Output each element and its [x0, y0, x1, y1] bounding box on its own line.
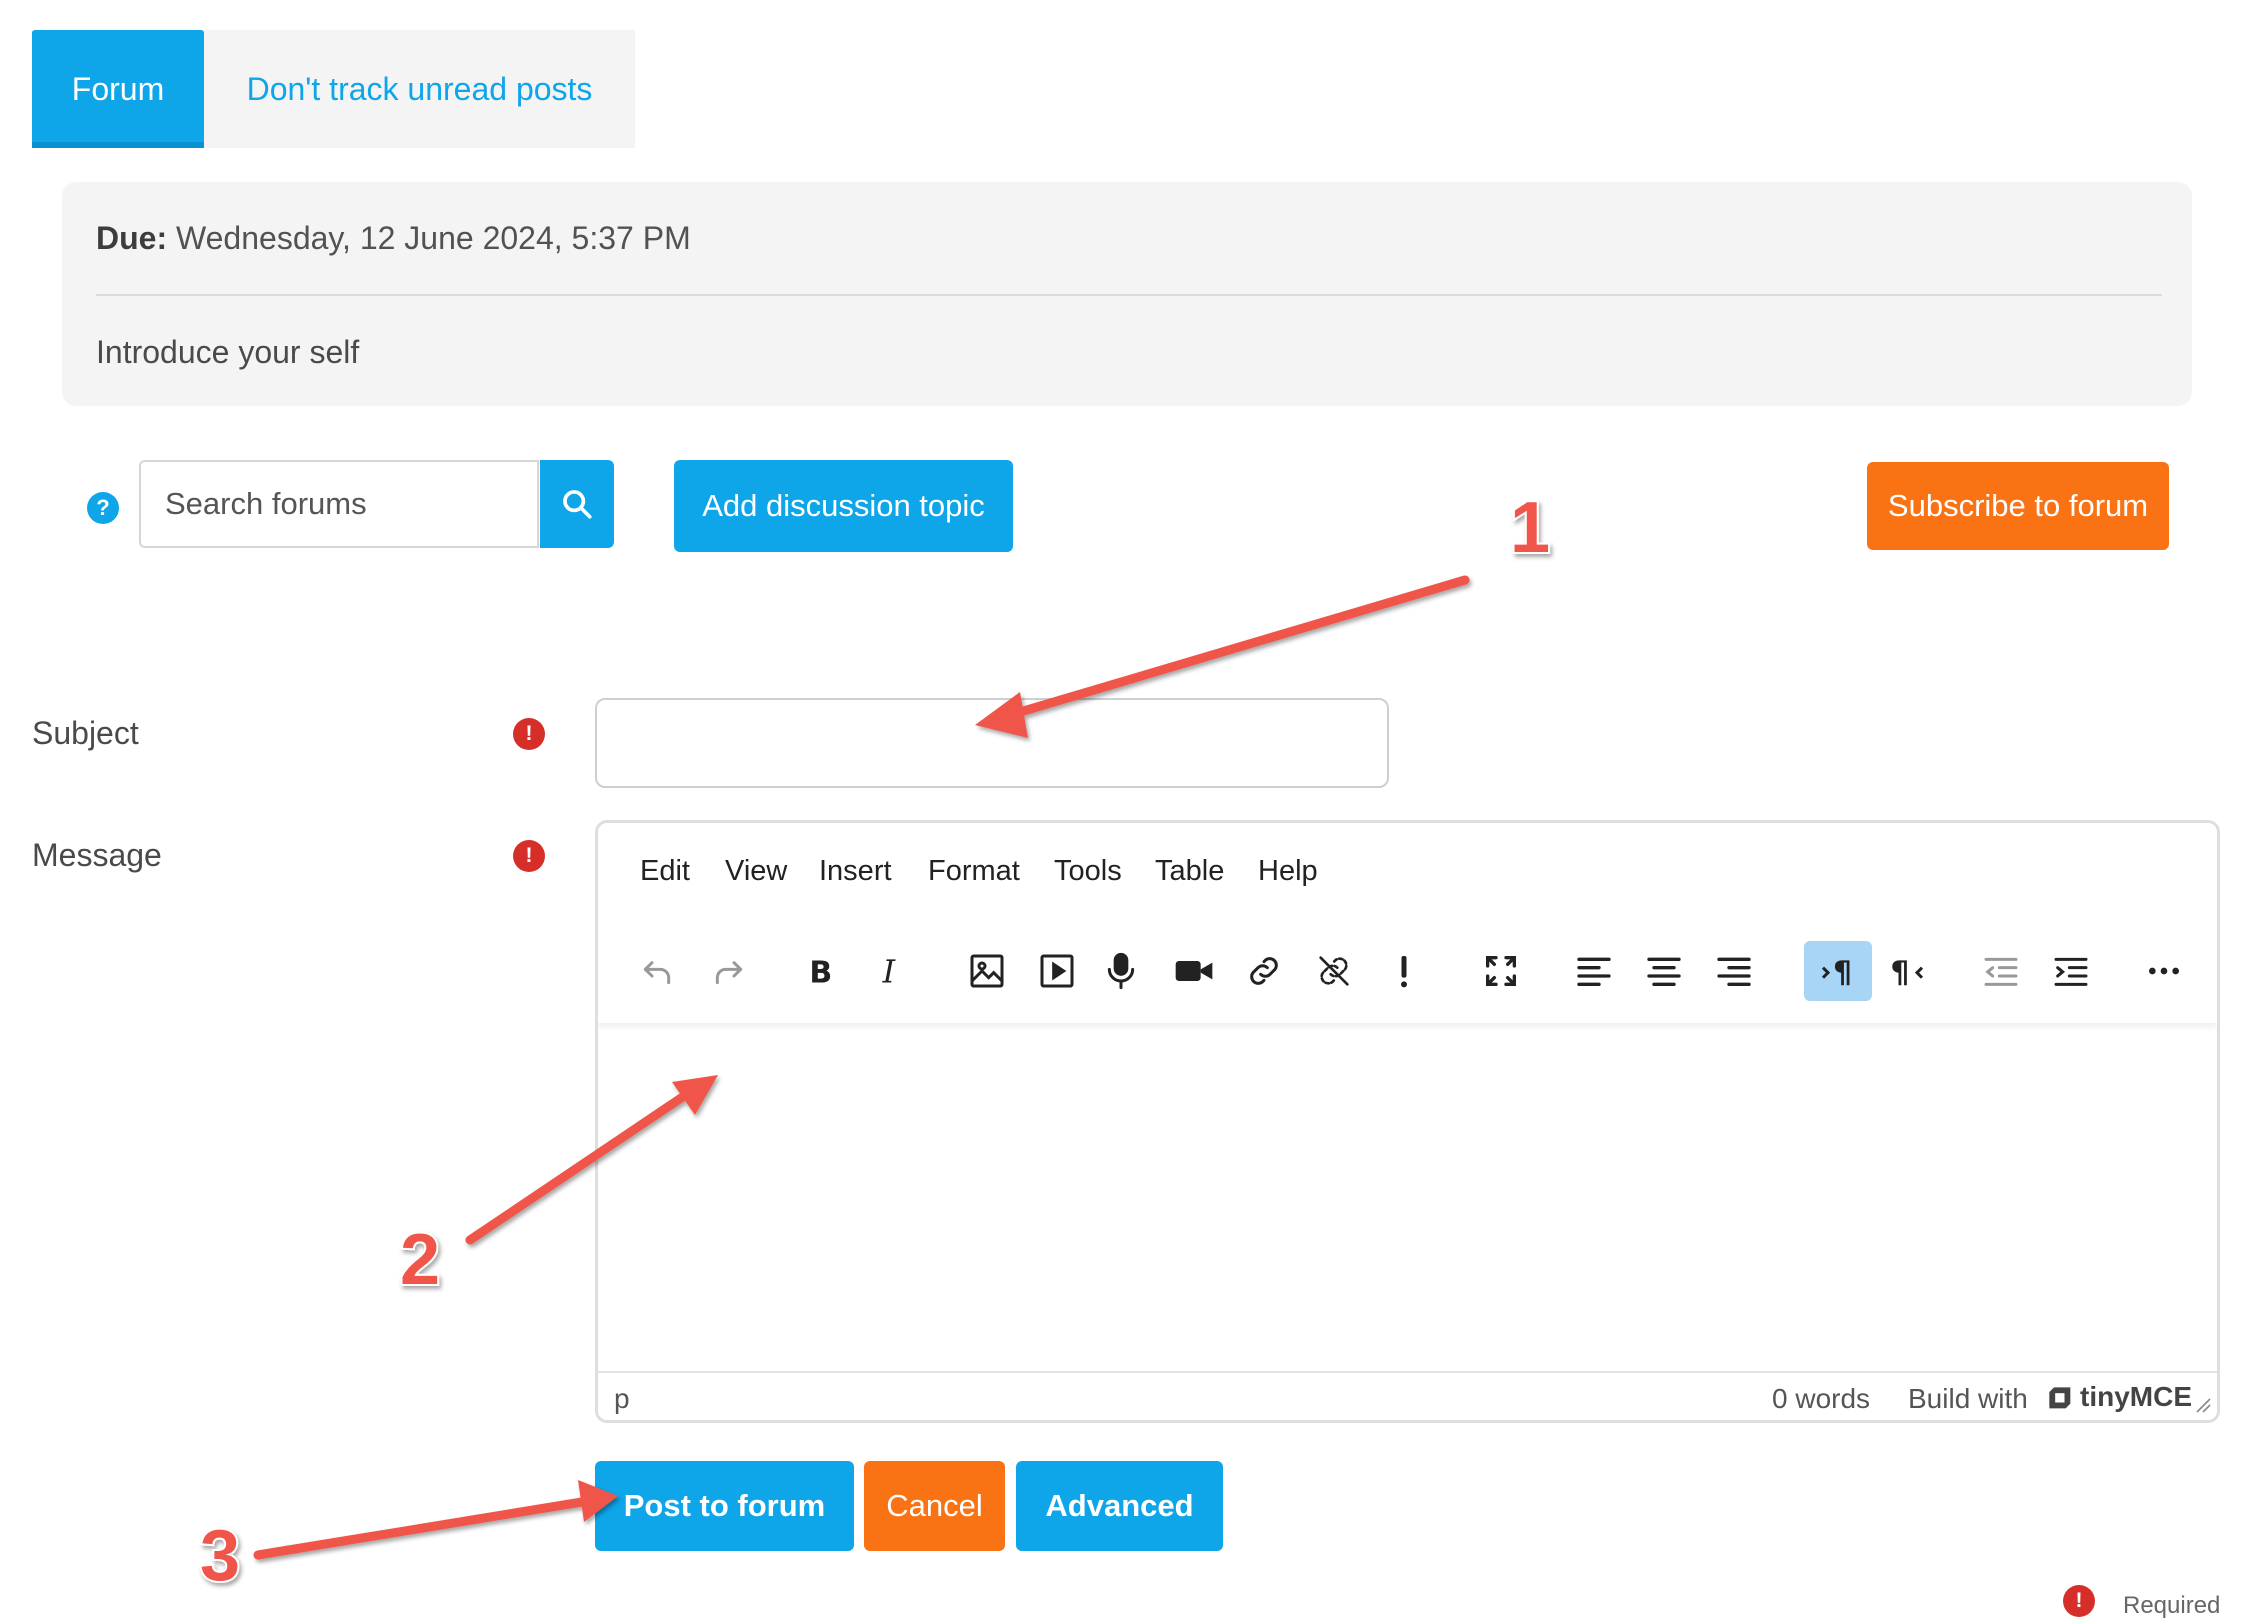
bold-button[interactable]: B: [790, 941, 852, 1001]
menu-edit[interactable]: Edit: [640, 855, 690, 888]
microphone-icon: [1107, 952, 1135, 990]
accessibility-checker-button[interactable]: [1373, 941, 1435, 1001]
ltr-icon: ¶: [1821, 956, 1852, 991]
menu-view[interactable]: View: [725, 855, 787, 888]
record-audio-button[interactable]: [1090, 941, 1152, 1001]
help-icon[interactable]: ?: [87, 492, 119, 524]
add-discussion-topic-button[interactable]: Add discussion topic: [674, 460, 1013, 552]
search-input[interactable]: [139, 460, 539, 548]
italic-icon: I: [882, 955, 897, 991]
tinymce-logo-icon: [2049, 1387, 2071, 1409]
due-value: Wednesday, 12 June 2024, 5:37 PM: [176, 220, 691, 256]
build-with-label: Build with: [1908, 1383, 2028, 1414]
tab-forum-label: Forum: [71, 70, 165, 107]
post-to-forum-button[interactable]: Post to forum: [595, 1461, 854, 1551]
required-icon: !: [513, 718, 545, 750]
unlink-icon: [1319, 956, 1349, 986]
annotation-arrow-3: [253, 1480, 618, 1560]
undo-button[interactable]: [626, 941, 688, 1001]
align-center-icon: [1647, 957, 1681, 986]
required-note: Required: [2123, 1592, 2221, 1619]
menu-table[interactable]: Table: [1155, 855, 1224, 888]
outdent-icon: [1984, 957, 2018, 986]
menu-format[interactable]: Format: [928, 855, 1020, 888]
svg-text:I: I: [882, 955, 897, 991]
menu-tools[interactable]: Tools: [1054, 855, 1122, 888]
search-button[interactable]: [540, 460, 614, 548]
italic-button[interactable]: I: [860, 941, 922, 1001]
editor-statusbar: p 0 words Build with tinyMCE: [598, 1371, 2217, 1420]
ltr-button[interactable]: ¶: [1804, 941, 1872, 1001]
redo-button[interactable]: [698, 941, 760, 1001]
annotation-number-1: 1: [1510, 488, 1550, 568]
resize-handle-icon[interactable]: [2193, 1395, 2211, 1413]
unlink-button[interactable]: [1303, 941, 1365, 1001]
redo-icon: [715, 961, 743, 985]
indent-icon: [2054, 957, 2088, 986]
indent-button[interactable]: [2040, 941, 2102, 1001]
bold-icon: B: [809, 956, 832, 991]
align-right-button[interactable]: [1703, 941, 1765, 1001]
exclamation-icon: [1401, 956, 1407, 988]
menu-insert[interactable]: Insert: [819, 855, 892, 888]
annotation-number-3: 3: [200, 1516, 240, 1596]
required-icon: !: [513, 840, 545, 872]
video-camera-icon: [1175, 961, 1213, 981]
fullscreen-icon: [1486, 956, 1516, 986]
image-icon: [970, 954, 1004, 988]
outdent-button[interactable]: [1970, 941, 2032, 1001]
fullscreen-button[interactable]: [1470, 941, 1532, 1001]
due-label: Due:: [96, 220, 168, 256]
tab-forum[interactable]: Forum: [32, 30, 204, 148]
svg-text:B: B: [809, 956, 832, 991]
forum-description: Introduce your self: [96, 334, 360, 370]
word-count[interactable]: 0 words: [1772, 1383, 1870, 1415]
editor-content-area[interactable]: [598, 1023, 2217, 1371]
tab-track-label: Don't track unread posts: [246, 70, 593, 107]
link-icon: [1250, 957, 1278, 985]
insert-image-button[interactable]: [956, 941, 1018, 1001]
editor-menubar: Edit View Insert Format Tools Table Help: [598, 823, 2217, 923]
required-icon: !: [2063, 1585, 2095, 1617]
more-button[interactable]: [2133, 941, 2195, 1001]
annotation-number-2: 2: [400, 1220, 440, 1300]
subject-label: Subject: [32, 715, 139, 751]
svg-text:¶: ¶: [1890, 956, 1909, 991]
subscribe-button[interactable]: Subscribe to forum: [1867, 462, 2169, 550]
due-date: Due: Wednesday, 12 June 2024, 5:37 PM: [96, 220, 691, 257]
rtl-button[interactable]: ¶: [1876, 941, 1938, 1001]
align-right-icon: [1717, 957, 1751, 986]
rtl-icon: ¶: [1890, 956, 1924, 991]
subject-input[interactable]: [595, 698, 1389, 788]
message-editor: Edit View Insert Format Tools Table Help…: [595, 820, 2220, 1423]
tab-dont-track-unread[interactable]: Don't track unread posts: [204, 30, 635, 148]
editor-toolbar: B I ¶ ¶: [598, 923, 2217, 1023]
record-video-button[interactable]: [1163, 941, 1225, 1001]
cancel-button[interactable]: Cancel: [864, 1461, 1005, 1551]
align-left-icon: [1577, 957, 1611, 986]
advanced-button[interactable]: Advanced: [1016, 1461, 1223, 1551]
link-button[interactable]: [1233, 941, 1295, 1001]
media-icon: [1040, 954, 1074, 988]
element-path[interactable]: p: [614, 1383, 630, 1415]
insert-media-button[interactable]: [1026, 941, 1088, 1001]
tinymce-brand[interactable]: tinyMCE: [2080, 1381, 2192, 1413]
more-icon: [2149, 967, 2179, 975]
search-icon: [563, 490, 592, 519]
divider: [96, 294, 2162, 296]
align-left-button[interactable]: [1563, 941, 1625, 1001]
align-center-button[interactable]: [1633, 941, 1695, 1001]
svg-text:¶: ¶: [1833, 956, 1852, 991]
message-label: Message: [32, 837, 162, 873]
menu-help[interactable]: Help: [1258, 855, 1318, 888]
undo-icon: [643, 961, 671, 985]
